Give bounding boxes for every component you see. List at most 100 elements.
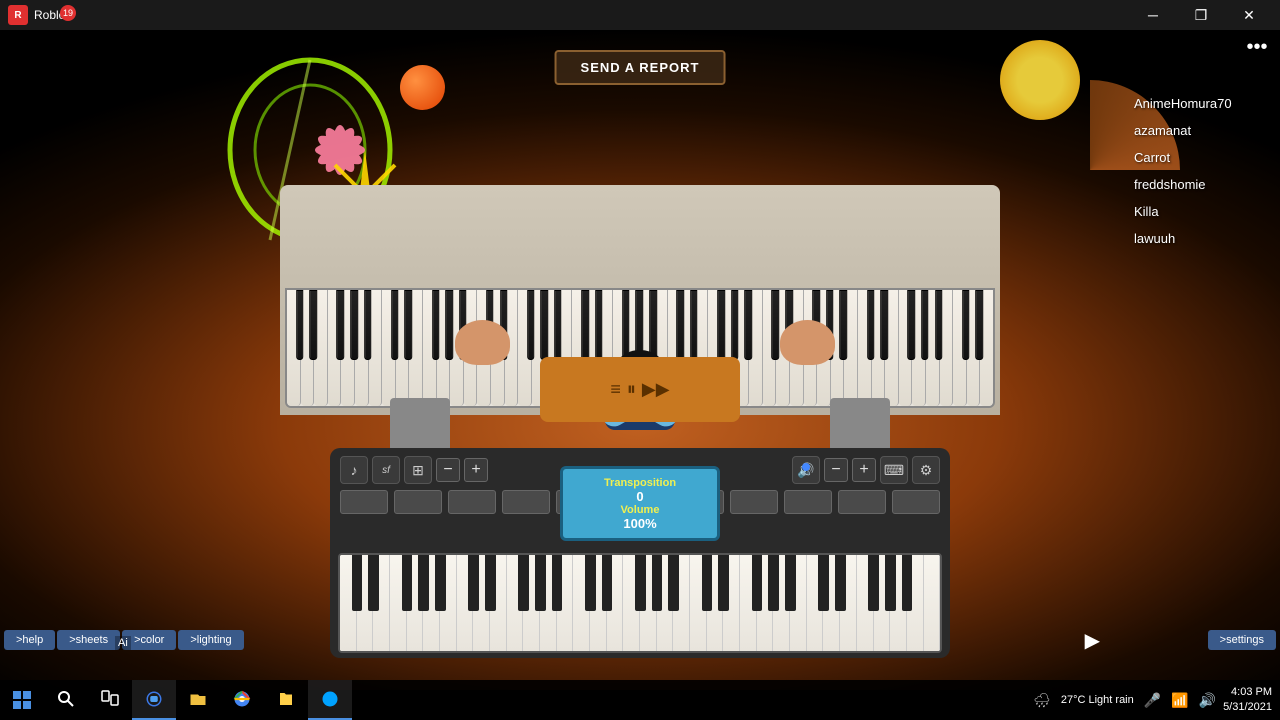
black-key[interactable]	[880, 290, 888, 360]
black-key[interactable]	[445, 290, 453, 360]
black-key[interactable]	[717, 290, 725, 360]
small-white-key[interactable]	[924, 555, 941, 651]
forward-icon[interactable]: ▶▶	[642, 379, 670, 400]
roblox-taskbar-button[interactable]	[308, 680, 352, 720]
piano-keyboard-small[interactable]	[338, 553, 942, 653]
more-options-button[interactable]: •••	[1242, 35, 1272, 60]
white-key[interactable]	[287, 290, 301, 406]
network-icon[interactable]: 📶	[1168, 692, 1191, 709]
minus-button-left[interactable]: −	[436, 458, 460, 482]
sf-button[interactable]: sf	[372, 456, 400, 484]
help-button[interactable]: >help	[4, 630, 55, 650]
small-black-key[interactable]	[368, 555, 379, 611]
plus-button-right[interactable]: +	[852, 458, 876, 482]
white-key[interactable]	[382, 290, 396, 406]
music-note-button[interactable]: ♪	[340, 456, 368, 484]
black-key[interactable]	[908, 290, 916, 360]
restore-button[interactable]: ❐	[1178, 0, 1224, 30]
white-key[interactable]	[953, 290, 967, 406]
black-key[interactable]	[337, 290, 345, 360]
small-black-key[interactable]	[552, 555, 563, 611]
black-key[interactable]	[962, 290, 970, 360]
white-key[interactable]	[763, 290, 777, 406]
white-key[interactable]	[858, 290, 872, 406]
black-key[interactable]	[731, 290, 739, 360]
lighting-button[interactable]: >lighting	[178, 630, 243, 650]
black-key[interactable]	[935, 290, 943, 360]
black-key[interactable]	[391, 290, 399, 360]
minimize-button[interactable]: ─	[1130, 0, 1176, 30]
fn-btn-1[interactable]	[340, 490, 388, 514]
small-black-key[interactable]	[585, 555, 596, 611]
small-black-key[interactable]	[418, 555, 429, 611]
fn-btn-right-5[interactable]	[892, 490, 940, 514]
black-key[interactable]	[350, 290, 358, 360]
small-black-key[interactable]	[885, 555, 896, 611]
folder-button[interactable]	[264, 680, 308, 720]
small-black-key[interactable]	[835, 555, 846, 611]
black-key[interactable]	[364, 290, 372, 360]
small-black-key[interactable]	[468, 555, 479, 611]
small-black-key[interactable]	[702, 555, 713, 611]
small-black-key[interactable]	[602, 555, 613, 611]
volume-icon[interactable]: 🔊	[1196, 692, 1219, 709]
black-key[interactable]	[744, 290, 752, 360]
small-black-key[interactable]	[785, 555, 796, 611]
small-black-key[interactable]	[485, 555, 496, 611]
white-key[interactable]	[899, 290, 913, 406]
white-key[interactable]	[518, 290, 532, 406]
notification-badge[interactable]: 19	[60, 5, 76, 21]
sheets-button[interactable]: >sheets	[57, 630, 120, 650]
black-key[interactable]	[541, 290, 549, 360]
keyboard-layout-button[interactable]: ⌨	[880, 456, 908, 484]
fn-btn-right-4[interactable]	[838, 490, 886, 514]
settings-gear-button[interactable]: ⚙	[912, 456, 940, 484]
task-view-button[interactable]	[88, 680, 132, 720]
small-black-key[interactable]	[902, 555, 913, 611]
small-black-key[interactable]	[752, 555, 763, 611]
settings-button[interactable]: >settings	[1208, 630, 1276, 650]
fn-btn-right-3[interactable]	[784, 490, 832, 514]
small-black-key[interactable]	[435, 555, 446, 611]
black-key[interactable]	[772, 290, 780, 360]
small-black-key[interactable]	[535, 555, 546, 611]
small-black-key[interactable]	[652, 555, 663, 611]
black-key[interactable]	[867, 290, 875, 360]
minus-button-right[interactable]: −	[824, 458, 848, 482]
search-button[interactable]	[44, 680, 88, 720]
fn-btn-4[interactable]	[502, 490, 550, 514]
edge-browser-button[interactable]	[132, 680, 176, 720]
close-button[interactable]: ✕	[1226, 0, 1272, 30]
chrome-browser-button[interactable]	[220, 680, 264, 720]
small-black-key[interactable]	[518, 555, 529, 611]
white-key[interactable]	[328, 290, 342, 406]
small-black-key[interactable]	[668, 555, 679, 611]
mic-icon[interactable]: 🎤	[1141, 692, 1164, 709]
black-key[interactable]	[921, 290, 929, 360]
start-button[interactable]	[0, 680, 44, 720]
small-black-key[interactable]	[635, 555, 646, 611]
grid-button[interactable]: ⊞	[404, 456, 432, 484]
pause-icon[interactable]: ⏸	[627, 379, 636, 400]
small-black-key[interactable]	[868, 555, 879, 611]
report-button[interactable]: SEND A REPORT	[555, 50, 726, 85]
small-black-key[interactable]	[402, 555, 413, 611]
small-black-key[interactable]	[352, 555, 363, 611]
black-key[interactable]	[554, 290, 562, 360]
black-key[interactable]	[976, 290, 984, 360]
fn-btn-right-2[interactable]	[730, 490, 778, 514]
black-key[interactable]	[840, 290, 848, 360]
small-black-key[interactable]	[768, 555, 779, 611]
black-key[interactable]	[309, 290, 317, 360]
black-key[interactable]	[527, 290, 535, 360]
file-explorer-button[interactable]	[176, 680, 220, 720]
fn-btn-3[interactable]	[448, 490, 496, 514]
system-time[interactable]: 4:03 PM 5/31/2021	[1223, 685, 1272, 716]
small-black-key[interactable]	[818, 555, 829, 611]
white-key[interactable]	[423, 290, 437, 406]
black-key[interactable]	[296, 290, 304, 360]
plus-button-left[interactable]: +	[464, 458, 488, 482]
black-key[interactable]	[405, 290, 413, 360]
black-key[interactable]	[432, 290, 440, 360]
fn-btn-2[interactable]	[394, 490, 442, 514]
